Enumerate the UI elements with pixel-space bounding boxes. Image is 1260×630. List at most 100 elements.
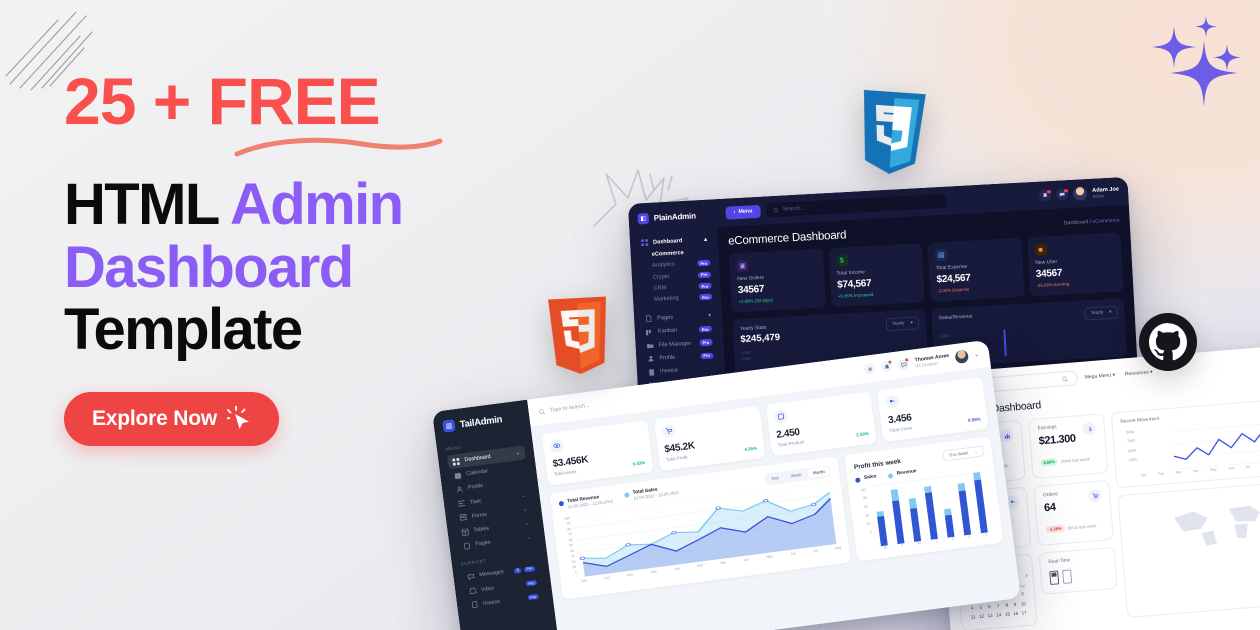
stat-card-total-expense[interactable]: ▤ Total Expense $24,567 -2.00% Expense (927, 237, 1025, 302)
axis-tick: S (967, 534, 971, 539)
select-value: This Week (948, 449, 969, 458)
axis-tick: 1000 (1128, 457, 1137, 463)
realtime-card[interactable]: Real-Time (1038, 546, 1118, 595)
user-icon (457, 486, 463, 493)
search-input[interactable]: Type to search... (538, 402, 590, 415)
calendar-day[interactable]: 3 (1019, 590, 1026, 599)
legend-swatch (558, 500, 565, 506)
chevron-down-icon[interactable]: ⌄ (974, 351, 980, 359)
calendar-day[interactable]: 5 (977, 602, 985, 611)
sparkle-decoration (1152, 16, 1241, 107)
pro-badge: Pro (697, 282, 712, 290)
calendar-day[interactable]: 7 (994, 601, 1002, 610)
menu-button-label: Menu (738, 208, 753, 216)
pro-badge: Pro (523, 565, 536, 573)
stat-value: $74,567 (836, 277, 872, 291)
stat-delta: -2.00% Expense (936, 286, 970, 293)
chevron-down-icon: ⌄ (520, 492, 526, 499)
calendar-day[interactable]: 8 (1003, 600, 1010, 609)
stat-delta: 2.59% (855, 430, 869, 438)
cart-icon: ▣ (736, 259, 749, 273)
calendar-day[interactable]: 13 (986, 611, 993, 620)
axis-tick: Dec (650, 568, 657, 574)
this-week-select[interactable]: This Week ⌄ (941, 444, 985, 462)
sidebar-subitem-label: Analytics (652, 261, 675, 270)
select-value: Yearly (1090, 309, 1104, 316)
card-title: Real-Time (1048, 558, 1071, 566)
chevron-down-icon: ⌄ (973, 448, 978, 454)
chat-icon[interactable] (1056, 188, 1069, 201)
pro-badge: Pro (527, 594, 539, 601)
avatar[interactable] (954, 349, 970, 365)
legend-item-revenue[interactable]: Revenue (888, 469, 917, 479)
calendar-day[interactable]: 6 (986, 602, 993, 611)
calendar-day[interactable]: 15 (1004, 610, 1011, 619)
pro-badge: Pro (699, 352, 714, 360)
calendar-day[interactable]: 10 (1020, 599, 1027, 608)
plainadmin-brand-name: PlainAdmin (653, 211, 696, 223)
profit-bar-chart-card[interactable]: Profit this week This Week ⌄ Sales Reven… (844, 435, 1004, 561)
stat-card-new-orders[interactable]: ▣ New Orders 34567 +2.00% (30 days) (728, 248, 826, 313)
calendar-day[interactable]: 9 (1011, 600, 1018, 609)
calendar-day[interactable]: 12 (978, 612, 986, 621)
segment-week[interactable]: Week (785, 469, 807, 481)
pages-icon (464, 542, 471, 550)
chevron-down-icon: ⌄ (526, 534, 532, 542)
nav-item-mega-menu[interactable]: Mega Menu ▾ (1085, 372, 1116, 380)
yearly-select[interactable]: Yearly ▾ (1084, 305, 1118, 321)
bell-icon[interactable] (1039, 189, 1052, 202)
user-info[interactable]: Thomas Anree UX Designer (914, 353, 950, 368)
calendar-day[interactable]: 4 (969, 603, 976, 612)
calendar-day[interactable]: 16 (1012, 609, 1019, 618)
axis-tick: Mar (1175, 470, 1182, 475)
calendar-day[interactable]: 11 (969, 613, 976, 622)
stat-value: 34567 (1035, 267, 1063, 281)
stat-card-total-income[interactable]: $ Total Income $74,567 +5.45% Increased (828, 243, 925, 307)
pro-badge: Pro (696, 259, 711, 267)
dark-mode-toggle[interactable] (863, 362, 877, 375)
breadcrumb[interactable]: Dashboard / eCommerce (1064, 217, 1120, 226)
legend-item-sales[interactable]: Sales (855, 474, 877, 483)
legend-item-total-sales[interactable]: Total Sales 12.04.2022 - 12.05.2022 (624, 484, 679, 501)
legend-item-total-revenue[interactable]: Total Revenue 12.04.2022 - 12.05.2022 (558, 493, 613, 510)
menu-button[interactable]: ‹ Menu (725, 204, 761, 220)
legend-swatch (855, 476, 861, 483)
chevron-down-icon: ⌄ (524, 520, 530, 528)
calendar-day[interactable]: 14 (995, 610, 1003, 619)
axis-tick: Nov (626, 571, 634, 577)
legend-label: Revenue (896, 468, 917, 477)
stat-card-earnings[interactable]: $ Earnings $21.300 6.56% Since last week (1027, 413, 1109, 480)
badge-group: Pro (527, 594, 539, 601)
stat-card-new-user[interactable]: ☻ New User 34567 -25.00% Earning (1026, 232, 1124, 296)
calendar-day[interactable]: 17 (1020, 608, 1027, 617)
stat-card-orders[interactable]: Orders 64 -1.28% Since last week (1033, 479, 1114, 546)
notification-dot (905, 358, 909, 362)
axis-tick: May (1210, 467, 1217, 472)
bell-icon[interactable] (880, 360, 894, 373)
segment-month[interactable]: Month (807, 466, 831, 479)
website-visitor-card[interactable]: Website Visitor (1117, 476, 1260, 618)
cart-icon (661, 423, 676, 439)
chevron-down-icon: ▾ (910, 319, 913, 325)
nav-label: Mega Menu (1084, 371, 1112, 381)
axis-tick: 1,200 (939, 333, 949, 338)
legend-swatch (888, 472, 894, 479)
segment-day[interactable]: Day (766, 472, 784, 483)
explore-now-button[interactable]: Explore Now (64, 391, 279, 446)
promo-eyebrow: 25 + FREE (64, 64, 381, 138)
sidebar-item-label: Pages (475, 539, 492, 548)
chevron-right-icon[interactable]: › (1026, 573, 1028, 579)
sidebar-item-label: Kanban (657, 327, 678, 335)
pro-badge: Pro (698, 339, 713, 346)
underline-swoosh-decoration (234, 137, 443, 157)
folder-icon (646, 343, 654, 349)
user-info[interactable]: Adam Joe Admin (1092, 186, 1119, 198)
avatar[interactable] (1072, 186, 1088, 201)
sidebar-item-label: Tables (473, 525, 490, 534)
chat-icon[interactable] (897, 358, 910, 371)
yearly-select[interactable]: Yearly ▾ (885, 315, 920, 331)
axis-tick: Jun (1228, 465, 1234, 471)
search-input[interactable]: Search... (766, 193, 947, 218)
html5-logo (548, 296, 606, 374)
headline-line3-plain: Template (64, 297, 303, 363)
